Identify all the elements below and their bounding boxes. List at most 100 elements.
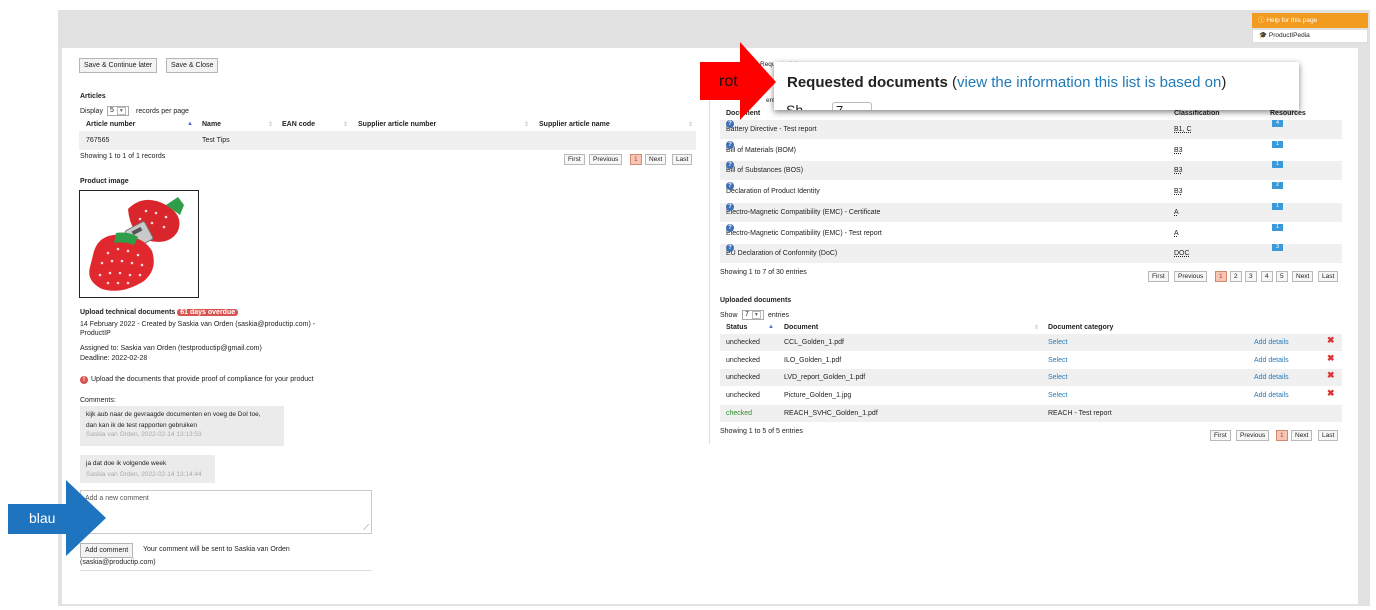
sort-icon[interactable]: ⇕ — [268, 121, 273, 128]
table-row[interactable]: unchecked CCL_Golden_1.pdf Select Add detai… — [720, 334, 1342, 351]
add-details-link[interactable]: Add details — [1254, 369, 1289, 386]
cell-document[interactable]: ? EU Declaration of Conformity (DoC) — [726, 244, 837, 263]
blau-label: blau — [29, 510, 56, 526]
col-status[interactable]: Status — [726, 323, 747, 332]
save-close-button[interactable]: Save & Close — [166, 58, 219, 73]
pager-page-1[interactable]: 1 — [630, 154, 642, 165]
cell-document[interactable]: ILO_Golden_1.pdf — [784, 352, 841, 369]
resources-badge[interactable]: 1 — [1272, 202, 1283, 210]
table-row[interactable]: ? Battery Directive - Test report B1, C 4 — [720, 120, 1342, 139]
table-row[interactable]: ? Bill of Materials (BOM) B3 1 — [720, 140, 1342, 160]
col-document-category[interactable]: Document category — [1048, 323, 1113, 332]
add-details-link[interactable]: Add details — [1254, 387, 1289, 404]
pager-first[interactable]: First — [1148, 271, 1169, 282]
table-row[interactable]: ? Declaration of Product Identity B3 2 — [720, 182, 1342, 201]
table-row[interactable]: ? Bill of Substances (BOS) B3 1 — [720, 161, 1342, 181]
col-name[interactable]: Name — [202, 120, 221, 129]
pager-next[interactable]: Next — [1291, 430, 1313, 441]
save-continue-button[interactable]: Save & Continue later — [79, 58, 158, 73]
productipedia-link[interactable]: 🎓 ProductIPedia — [1252, 29, 1368, 43]
col-resources[interactable]: Resources — [1270, 109, 1306, 118]
cell-document[interactable]: CCL_Golden_1.pdf — [784, 334, 844, 351]
sort-icon[interactable]: ⇕ — [1034, 324, 1039, 331]
new-comment-textarea[interactable]: Add a new comment ⟋ — [80, 490, 372, 534]
articles-info: Showing 1 to 1 of 1 records — [80, 153, 166, 160]
delete-icon[interactable]: ✖ — [1327, 385, 1335, 402]
pager-page-1[interactable]: 1 — [1276, 430, 1288, 441]
cell-document[interactable]: ? Bill of Substances (BOS) — [726, 161, 803, 180]
entries-select[interactable]: 7 ▼ — [742, 310, 764, 320]
col-supplier-article-number[interactable]: Supplier article number — [358, 120, 436, 129]
cell-document[interactable]: ? Declaration of Product Identity — [726, 182, 820, 201]
select-category-link[interactable]: Select — [1048, 387, 1067, 404]
table-row[interactable]: unchecked LVD_report_Golden_1.pdf Select Ad… — [720, 367, 1342, 387]
table-row[interactable]: ? Electro-Magnetic Compatibility (EMC) - … — [720, 223, 1342, 243]
delete-icon[interactable]: ✖ — [1327, 332, 1335, 349]
pager-last[interactable]: Last — [1318, 430, 1339, 441]
pager-previous[interactable]: Previous — [589, 154, 623, 165]
records-per-page-select[interactable]: 5 ▼ — [107, 106, 129, 116]
col-document[interactable]: Document — [784, 323, 818, 332]
info-icon[interactable]: ? — [726, 223, 734, 232]
pager-first[interactable]: First — [1210, 430, 1231, 441]
document-name: Bill of Materials (BOM) — [726, 146, 797, 154]
table-row[interactable]: unchecked Picture_Golden_1.jpg Select Add d… — [720, 387, 1342, 404]
resources-badge[interactable]: 4 — [1272, 120, 1283, 127]
pager-next[interactable]: Next — [1292, 271, 1314, 282]
cell-document[interactable]: ? Bill of Materials (BOM) — [726, 140, 797, 160]
sort-icon[interactable]: ⇕ — [343, 121, 348, 128]
pager-next[interactable]: Next — [645, 154, 667, 165]
pager-first[interactable]: First — [564, 154, 585, 165]
table-row[interactable]: ? Electro-Magnetic Compatibility (EMC) - … — [720, 202, 1342, 222]
pager-last[interactable]: Last — [672, 154, 693, 165]
entries-select-cut[interactable]: 7 — [832, 102, 872, 110]
pager-page-4[interactable]: 4 — [1261, 271, 1273, 282]
col-classification[interactable]: Classification — [1174, 109, 1220, 118]
comment-notice-line-1: Your comment will be sent to Saskia van … — [143, 546, 290, 553]
table-row[interactable]: 767565 Test Tips — [79, 131, 696, 150]
chevron-down-icon: ▼ — [751, 311, 761, 319]
pager-page-2[interactable]: 2 — [1230, 271, 1242, 282]
cell-document[interactable]: ? Battery Directive - Test report — [726, 120, 817, 139]
pager-last[interactable]: Last — [1318, 271, 1339, 282]
cell-document[interactable]: REACH_SVHC_Golden_1.pdf — [784, 405, 878, 422]
uploaded-heading: Uploaded documents — [720, 297, 792, 304]
pager-previous[interactable]: Previous — [1174, 271, 1208, 282]
pager-page-1[interactable]: 1 — [1215, 271, 1227, 282]
add-details-link[interactable]: Add details — [1254, 334, 1289, 351]
sort-icon[interactable]: ⇕ — [688, 121, 693, 128]
col-supplier-article-name[interactable]: Supplier article name — [539, 120, 610, 129]
cell-document[interactable]: LVD_report_Golden_1.pdf — [784, 369, 865, 386]
col-ean[interactable]: EAN code — [282, 120, 315, 129]
pager-previous[interactable]: Previous — [1236, 430, 1270, 441]
select-category-link[interactable]: Select — [1048, 369, 1067, 386]
table-row[interactable]: checked REACH_SVHC_Golden_1.pdf REACH - Te… — [720, 404, 1342, 422]
resources-badge[interactable]: 1 — [1272, 223, 1283, 231]
table-row[interactable]: unchecked ILO_Golden_1.pdf Select Add detai… — [720, 352, 1342, 369]
cell-document[interactable]: ? Electro-Magnetic Compatibility (EMC) - … — [726, 223, 882, 243]
cell-document[interactable]: ? Electro-Magnetic Compatibility (EMC) - … — [726, 202, 880, 222]
sort-asc-icon[interactable]: ▲ — [187, 121, 193, 127]
resources-badge[interactable]: 3 — [1272, 244, 1283, 252]
table-row[interactable]: ? EU Declaration of Conformity (DoC) DOC 3 — [720, 244, 1342, 264]
sort-asc-icon[interactable]: ▲ — [768, 324, 774, 330]
select-category-link[interactable]: Select — [1048, 352, 1067, 369]
pager-page-5[interactable]: 5 — [1276, 271, 1288, 282]
sort-icon[interactable]: ⇕ — [524, 121, 529, 128]
view-information-link[interactable]: view the information this list is based … — [957, 74, 1221, 91]
info-icon[interactable]: ? — [726, 202, 734, 211]
delete-icon[interactable]: ✖ — [1327, 350, 1335, 367]
cell-document[interactable]: Picture_Golden_1.jpg — [784, 387, 851, 404]
col-article-number[interactable]: Article number — [86, 120, 135, 129]
resize-handle-icon[interactable]: ⟋ — [363, 523, 369, 533]
resources-badge[interactable]: 1 — [1272, 140, 1283, 148]
resources-badge[interactable]: 2 — [1272, 182, 1283, 190]
select-category-link[interactable]: Select — [1048, 334, 1067, 351]
delete-icon[interactable]: ✖ — [1327, 367, 1335, 384]
cell-classification: A — [1174, 208, 1179, 216]
info-icon[interactable]: ? — [726, 140, 734, 149]
resources-badge[interactable]: 1 — [1272, 161, 1283, 169]
add-details-link[interactable]: Add details — [1254, 352, 1289, 369]
pager-page-3[interactable]: 3 — [1245, 271, 1257, 282]
help-button[interactable]: ⓘ Help for this page — [1252, 13, 1368, 28]
